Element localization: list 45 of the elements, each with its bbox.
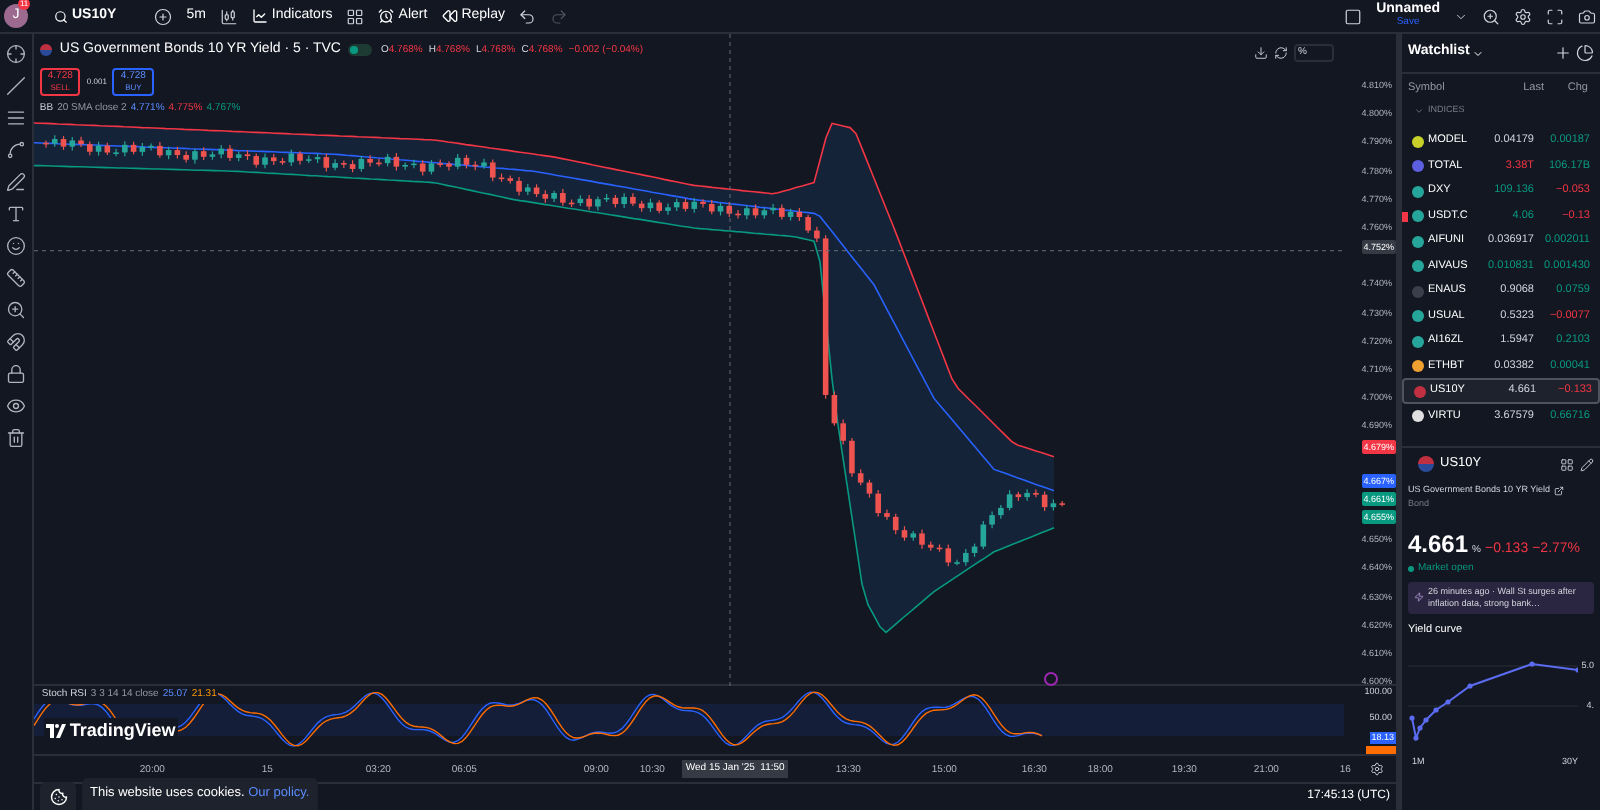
settings-icon[interactable] xyxy=(1370,762,1384,776)
stoch-marker xyxy=(1366,746,1396,754)
crosshair-icon[interactable] xyxy=(5,44,26,64)
refresh-icon[interactable] xyxy=(1274,46,1288,60)
chevron-icon[interactable] xyxy=(1454,9,1468,23)
add-icon[interactable] xyxy=(154,7,173,25)
candles-icon[interactable] xyxy=(219,7,238,25)
alarm-icon xyxy=(378,8,395,24)
smiley-icon[interactable] xyxy=(5,236,26,256)
fullscreen-icon[interactable] xyxy=(1546,7,1564,25)
text-icon[interactable] xyxy=(5,204,26,224)
line-icon[interactable] xyxy=(5,76,26,96)
external-link-icon[interactable] xyxy=(1553,485,1564,496)
flag-icon xyxy=(39,44,52,57)
edit-icon[interactable] xyxy=(1580,457,1594,472)
undo-icon[interactable] xyxy=(518,7,537,25)
magnet-icon[interactable] xyxy=(5,332,26,352)
event-icon[interactable] xyxy=(1043,672,1058,686)
chevron-icon xyxy=(1471,47,1484,59)
grid-icon[interactable] xyxy=(346,7,365,25)
chart-icon xyxy=(251,8,268,24)
market-status-toggle[interactable] xyxy=(348,44,373,57)
search-icon xyxy=(54,9,68,23)
zoom-icon[interactable] xyxy=(5,300,26,320)
zoom-icon[interactable] xyxy=(1482,7,1500,25)
pie-chart-icon[interactable] xyxy=(1576,44,1594,62)
download-icon[interactable] xyxy=(1254,46,1268,60)
eye-icon[interactable] xyxy=(5,396,26,416)
curve-icon[interactable] xyxy=(5,140,26,160)
settings-icon[interactable] xyxy=(1514,7,1532,25)
tradingview-logo: TradingView xyxy=(43,718,178,745)
grid-icon[interactable] xyxy=(1560,457,1574,472)
lines-icon[interactable] xyxy=(5,108,26,128)
plus-icon[interactable] xyxy=(1554,44,1572,62)
flag-icon xyxy=(1418,456,1434,473)
square-icon[interactable] xyxy=(1344,7,1363,25)
camera-icon[interactable] xyxy=(1578,7,1596,25)
detail-price: 4.661 xyxy=(1408,527,1469,561)
trash-icon[interactable] xyxy=(5,428,26,448)
cookie-icon xyxy=(49,787,67,805)
ruler-icon[interactable] xyxy=(5,268,26,288)
lock-icon[interactable] xyxy=(5,364,26,384)
lightning-icon xyxy=(1414,592,1424,602)
pen-icon[interactable] xyxy=(5,172,26,192)
rewind-icon xyxy=(441,8,458,24)
